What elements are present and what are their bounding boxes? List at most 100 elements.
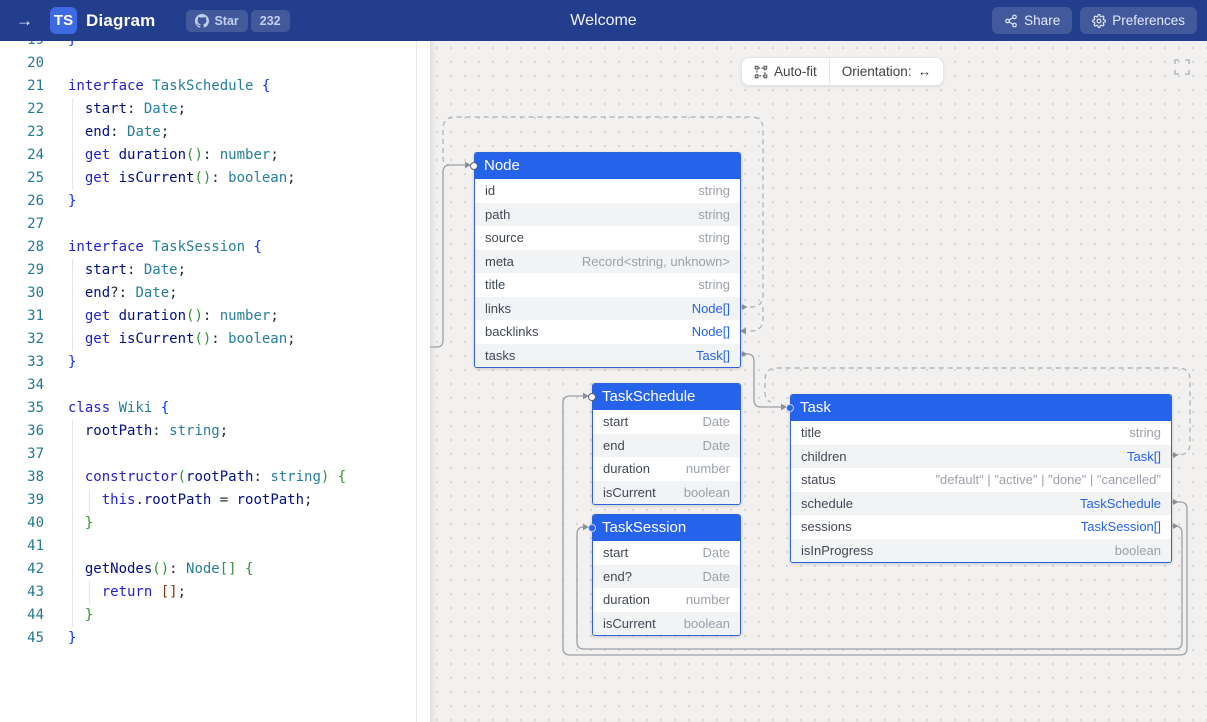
code-line[interactable]: 23 end: Date; xyxy=(0,121,416,144)
fullscreen-button[interactable] xyxy=(1173,58,1191,76)
back-arrow-icon[interactable]: → xyxy=(10,9,41,33)
property-type: TaskSession[] xyxy=(1081,519,1161,534)
property-type: number xyxy=(686,592,730,607)
edge-source-port xyxy=(1173,452,1179,458)
code-line[interactable]: 28interface TaskSession { xyxy=(0,236,416,259)
code-token: class xyxy=(68,400,119,416)
code-line[interactable]: 33} xyxy=(0,351,416,374)
code-editor[interactable]: 19}2021interface TaskSchedule {22 start:… xyxy=(0,41,417,722)
code-line[interactable]: 43 return []; xyxy=(0,581,416,604)
code-token: isCurrent xyxy=(119,331,195,347)
entity-task[interactable]: TasktitlestringchildrenTask[]status"defa… xyxy=(790,394,1172,563)
code-line[interactable]: 30 end?: Date; xyxy=(0,282,416,305)
star-label: Star xyxy=(214,14,238,28)
code-token xyxy=(68,147,85,163)
code-token: } xyxy=(85,607,93,623)
code-line[interactable]: 26} xyxy=(0,190,416,213)
line-number: 45 xyxy=(0,627,44,650)
line-number: 34 xyxy=(0,374,44,397)
code-token: } xyxy=(68,41,76,48)
code-token: ; xyxy=(287,331,295,347)
code-token xyxy=(68,492,102,508)
code-line[interactable]: 37 xyxy=(0,443,416,466)
canvas-toolbar: Auto-fit Orientation: ↔ xyxy=(741,57,944,86)
editor-scrollbar[interactable] xyxy=(418,41,430,722)
entity-header[interactable]: Task xyxy=(791,395,1171,421)
property-name: links xyxy=(485,301,511,316)
property-type: Date xyxy=(703,414,730,429)
code-token: ?: xyxy=(110,285,135,301)
code-token xyxy=(68,331,85,347)
code-line[interactable]: 20 xyxy=(0,52,416,75)
code-token: } xyxy=(68,630,76,646)
code-lines: 19}2021interface TaskSchedule {22 start:… xyxy=(0,41,416,650)
property-type: Record<string, unknown> xyxy=(582,254,730,269)
code-line[interactable]: 32 get isCurrent(): boolean; xyxy=(0,328,416,351)
orientation-button[interactable]: Orientation: ↔ xyxy=(830,58,943,85)
code-line[interactable]: 19} xyxy=(0,41,416,52)
code-token xyxy=(68,170,85,186)
share-button[interactable]: Share xyxy=(992,7,1072,34)
diagram-canvas[interactable]: Auto-fit Orientation: ↔ Nodeidstringpath… xyxy=(430,41,1207,722)
entity-tasksession[interactable]: TaskSessionstartDateend?Datedurationnumb… xyxy=(592,514,741,636)
property-name: children xyxy=(801,449,847,464)
property-type: Date xyxy=(703,545,730,560)
code-token: } xyxy=(68,354,76,370)
entity-header[interactable]: Node xyxy=(475,153,740,179)
code-token: TaskSession xyxy=(152,239,253,255)
code-line[interactable]: 36 rootPath: string; xyxy=(0,420,416,443)
indent-guide xyxy=(72,420,73,443)
entity-node[interactable]: NodeidstringpathstringsourcestringmetaRe… xyxy=(474,152,741,368)
code-token xyxy=(68,308,85,324)
property-type: Node[] xyxy=(692,301,730,316)
code-token: rootPath xyxy=(85,423,152,439)
code-token: : xyxy=(211,331,228,347)
entity-header[interactable]: TaskSchedule xyxy=(593,384,740,410)
code-line[interactable]: 31 get duration(): number; xyxy=(0,305,416,328)
code-token xyxy=(68,423,85,439)
code-line[interactable]: 25 get isCurrent(): boolean; xyxy=(0,167,416,190)
line-number: 44 xyxy=(0,604,44,627)
code-token xyxy=(68,469,85,485)
code-line[interactable]: 42 getNodes(): Node[] { xyxy=(0,558,416,581)
code-line[interactable]: 39 this.rootPath = rootPath; xyxy=(0,489,416,512)
code-token: duration xyxy=(119,147,186,163)
code-token: rootPath xyxy=(186,469,253,485)
code-line[interactable]: 29 start: Date; xyxy=(0,259,416,282)
property-name: duration xyxy=(603,592,650,607)
star-count[interactable]: 232 xyxy=(251,10,290,32)
line-number: 19 xyxy=(0,41,44,52)
github-star-widget[interactable]: Star 232 xyxy=(186,10,289,32)
code-line[interactable]: 34 xyxy=(0,374,416,397)
property-name: end xyxy=(603,438,625,453)
auto-fit-label: Auto-fit xyxy=(774,64,817,79)
preferences-button[interactable]: Preferences xyxy=(1080,7,1197,34)
code-line[interactable]: 35class Wiki { xyxy=(0,397,416,420)
code-token: ; xyxy=(161,124,169,140)
entity-taskschedule[interactable]: TaskSchedulestartDateendDatedurationnumb… xyxy=(592,383,741,505)
line-number: 28 xyxy=(0,236,44,259)
code-line[interactable]: 24 get duration(): number; xyxy=(0,144,416,167)
code-line[interactable]: 21interface TaskSchedule { xyxy=(0,75,416,98)
code-token xyxy=(68,262,85,278)
auto-fit-button[interactable]: Auto-fit xyxy=(742,58,829,85)
code-line[interactable]: 22 start: Date; xyxy=(0,98,416,121)
entity-row: childrenTask[] xyxy=(791,445,1171,469)
entity-port xyxy=(470,162,478,170)
entity-row: isCurrentboolean xyxy=(593,481,740,505)
code-token: ; xyxy=(270,147,278,163)
entity-header[interactable]: TaskSession xyxy=(593,515,740,541)
property-name: tasks xyxy=(485,348,515,363)
code-line[interactable]: 44 } xyxy=(0,604,416,627)
github-star-button[interactable]: Star xyxy=(186,10,247,32)
code-line[interactable]: 41 xyxy=(0,535,416,558)
code-line[interactable]: 45} xyxy=(0,627,416,650)
indent-guide xyxy=(72,535,73,558)
code-line[interactable]: 38 constructor(rootPath: string) { xyxy=(0,466,416,489)
property-type: boolean xyxy=(684,616,730,631)
code-token: return xyxy=(102,584,161,600)
indent-guide xyxy=(89,489,90,512)
code-line[interactable]: 40 } xyxy=(0,512,416,535)
code-line[interactable]: 27 xyxy=(0,213,416,236)
code-token xyxy=(68,584,102,600)
